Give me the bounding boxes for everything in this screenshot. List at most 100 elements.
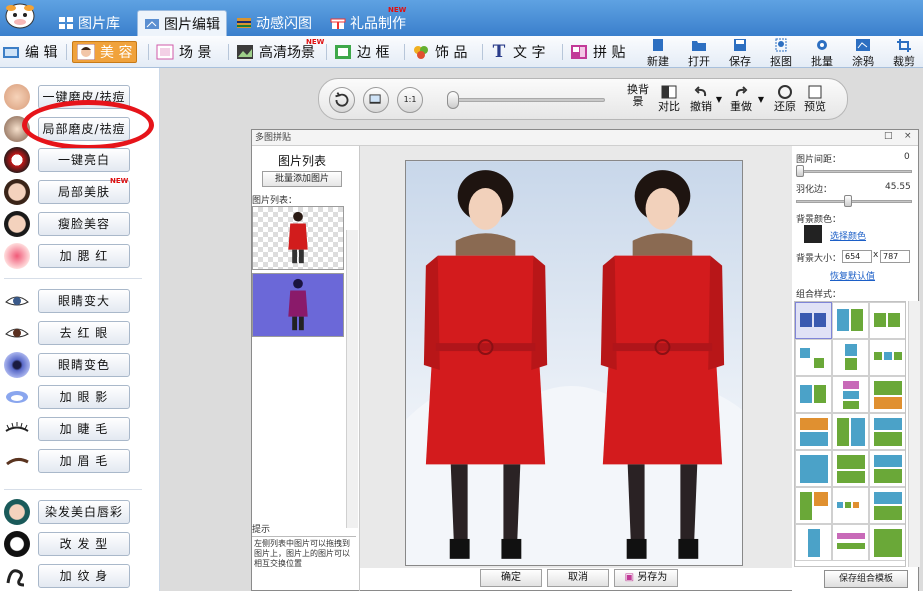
mode-ornament[interactable]: 饰 品 bbox=[412, 41, 467, 63]
gift-icon bbox=[330, 18, 346, 29]
cancel-button[interactable]: 取消 bbox=[547, 569, 609, 587]
one-click-brighten-button[interactable]: 一键亮白 bbox=[38, 148, 130, 172]
photo-thumbnail[interactable] bbox=[252, 206, 344, 270]
minimize-icon[interactable]: □ bbox=[884, 131, 893, 141]
restore-default-link[interactable]: 恢复默认值 bbox=[830, 269, 875, 282]
tool-eye-enlarge: 眼睛变大 bbox=[0, 286, 158, 316]
mode-text[interactable]: T 文 字 bbox=[490, 41, 546, 63]
collage-preview-image bbox=[406, 161, 742, 565]
tab-photo-edit[interactable]: 图片编辑 bbox=[137, 10, 227, 36]
spacing-slider-knob[interactable] bbox=[796, 165, 804, 177]
bg-width-input[interactable]: 654 bbox=[842, 250, 872, 263]
feather-slider[interactable] bbox=[796, 200, 912, 203]
layout-template[interactable] bbox=[795, 302, 832, 339]
button-label: 换背景 bbox=[627, 83, 649, 108]
layout-template[interactable] bbox=[795, 413, 832, 450]
collage-canvas[interactable] bbox=[405, 160, 743, 566]
mode-frame[interactable]: 边 框 bbox=[334, 41, 389, 63]
save-as-button[interactable]: ▣ 另存为 bbox=[614, 569, 678, 587]
eye-shadow-button[interactable]: 加 眼 影 bbox=[38, 385, 130, 409]
blush-button[interactable]: 加 腮 红 bbox=[38, 244, 130, 268]
tattoo-button[interactable]: 加 纹 身 bbox=[38, 564, 130, 588]
new-icon bbox=[653, 39, 663, 51]
layout-template[interactable] bbox=[795, 524, 832, 561]
rotate-button[interactable] bbox=[329, 87, 355, 113]
eye-color-button[interactable]: 眼睛变色 bbox=[38, 353, 130, 377]
cutout-button[interactable]: 抠图 bbox=[763, 38, 799, 68]
layout-template[interactable] bbox=[832, 487, 869, 524]
actual-size-button[interactable]: 1:1 bbox=[397, 87, 423, 113]
spacing-slider[interactable] bbox=[796, 170, 912, 173]
layout-template[interactable] bbox=[832, 302, 869, 339]
eye-enlarge-button[interactable]: 眼睛变大 bbox=[38, 289, 130, 313]
open-button[interactable]: 打开 bbox=[681, 38, 717, 68]
photo-list-scrollbar[interactable] bbox=[346, 230, 358, 520]
undo-button[interactable]: 撤销 bbox=[687, 84, 715, 116]
undo-dropdown[interactable]: ▼ bbox=[713, 84, 725, 116]
mode-edit[interactable]: 编 辑 bbox=[2, 41, 57, 63]
save-button[interactable]: 保存 bbox=[722, 38, 758, 68]
mode-beauty[interactable]: 美 容 bbox=[72, 41, 138, 63]
doodle-button[interactable]: 涂鸦 bbox=[845, 38, 881, 68]
close-icon[interactable]: × bbox=[904, 131, 912, 141]
mode-scene[interactable]: 场 景 bbox=[156, 41, 211, 63]
red-eye-button[interactable]: 去 红 眼 bbox=[38, 321, 130, 345]
choose-color-link[interactable]: 选择颜色 bbox=[830, 229, 866, 242]
redo-dropdown[interactable]: ▼ bbox=[755, 84, 767, 116]
zoom-slider-knob[interactable] bbox=[447, 91, 459, 109]
hair-dye-button[interactable]: 染发美白唇彩 bbox=[38, 500, 130, 524]
save-layout-template-button[interactable]: 保存组合模板 bbox=[824, 570, 908, 588]
layout-template[interactable] bbox=[869, 413, 905, 450]
layout-template[interactable] bbox=[832, 450, 869, 487]
layout-template[interactable] bbox=[869, 302, 905, 339]
batch-add-button[interactable]: 批量添加图片 bbox=[262, 171, 342, 187]
layout-template[interactable] bbox=[795, 487, 832, 524]
hint-scroll-down[interactable] bbox=[346, 516, 358, 528]
template-scrollbar[interactable] bbox=[908, 301, 920, 567]
monitor-icon bbox=[369, 94, 381, 104]
layout-template[interactable] bbox=[795, 376, 832, 413]
layout-template[interactable] bbox=[869, 376, 905, 413]
zoom-slider-track[interactable] bbox=[451, 98, 605, 102]
button-label: 重做 bbox=[730, 100, 752, 113]
tool-hair-dye: 染发美白唇彩 bbox=[0, 497, 158, 527]
new-button[interactable]: 新建 bbox=[640, 38, 676, 68]
ok-button[interactable]: 确定 bbox=[480, 569, 542, 587]
redo-button[interactable]: 重做 bbox=[727, 84, 755, 116]
layout-template[interactable] bbox=[832, 339, 869, 376]
tab-photo-library[interactable]: 图片库 bbox=[52, 10, 126, 36]
fit-screen-button[interactable] bbox=[363, 87, 389, 113]
mode-label: 饰 品 bbox=[435, 45, 468, 61]
batch-button[interactable]: 批量 bbox=[804, 38, 840, 68]
hairstyle-button[interactable]: 改 发 型 bbox=[38, 532, 130, 556]
layout-template[interactable] bbox=[832, 413, 869, 450]
compare-button[interactable]: 对比 bbox=[655, 84, 683, 116]
photo-thumbnail[interactable] bbox=[252, 273, 344, 337]
replace-bg-button[interactable]: 换背景 bbox=[624, 84, 652, 116]
cow-logo-icon bbox=[5, 3, 35, 29]
eyelash-button[interactable]: 加 睫 毛 bbox=[38, 417, 130, 441]
layout-template[interactable] bbox=[869, 339, 905, 376]
layout-template[interactable] bbox=[869, 487, 905, 524]
mode-label: 文 字 bbox=[513, 45, 546, 61]
thumbnail-figure bbox=[288, 211, 308, 264]
separator bbox=[326, 44, 327, 60]
eyebrow-button[interactable]: 加 眉 毛 bbox=[38, 449, 130, 473]
bg-color-swatch[interactable] bbox=[804, 225, 822, 243]
tab-animated-gif[interactable]: 动感闪图 bbox=[230, 10, 318, 36]
restore-button[interactable]: 还原 bbox=[771, 84, 799, 116]
mode-collage[interactable]: 拼 贴 bbox=[570, 41, 625, 63]
layout-template[interactable] bbox=[832, 376, 869, 413]
layout-template[interactable] bbox=[869, 524, 905, 561]
layout-template[interactable] bbox=[795, 339, 832, 376]
mode-hd-scene[interactable]: 高清场景 bbox=[236, 41, 315, 63]
layout-template[interactable] bbox=[795, 450, 832, 487]
crop-button[interactable]: 裁剪 bbox=[886, 38, 922, 68]
bg-height-input[interactable]: 787 bbox=[880, 250, 910, 263]
preview-button[interactable]: 预览 bbox=[801, 84, 829, 116]
layout-template[interactable] bbox=[832, 524, 869, 561]
layout-template[interactable] bbox=[869, 450, 905, 487]
feather-slider-knob[interactable] bbox=[844, 195, 852, 207]
face-slim-button[interactable]: 瘦脸美容 bbox=[38, 212, 130, 236]
tool-local-skin: 局部美肤 NEW bbox=[0, 177, 158, 207]
